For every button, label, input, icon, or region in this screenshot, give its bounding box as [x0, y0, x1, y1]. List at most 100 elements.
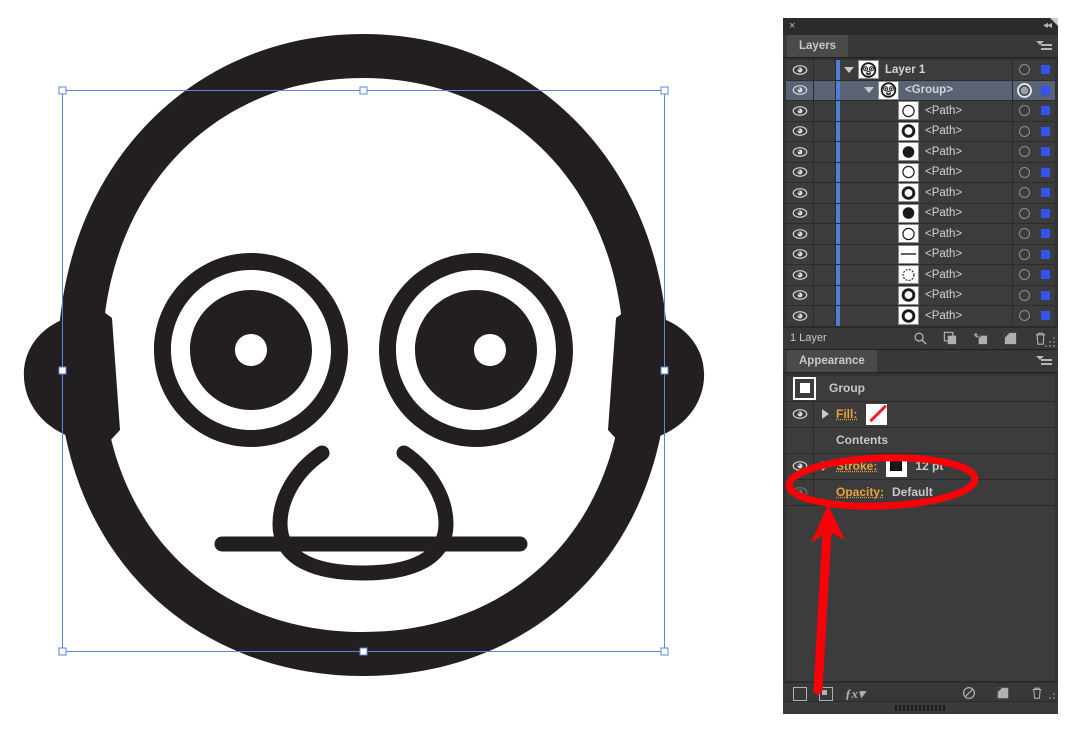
layer-selection-square[interactable]	[1035, 224, 1055, 244]
layer-lock-toggle[interactable]	[814, 60, 836, 80]
dock-drag-grip[interactable]	[894, 705, 947, 711]
layer-name-label[interactable]: <Path>	[925, 269, 1012, 281]
layer-name-label[interactable]: <Path>	[925, 207, 1012, 219]
layer-lock-toggle[interactable]	[814, 80, 836, 100]
layer-row-path-12[interactable]: <Path>	[786, 306, 1055, 327]
layer-lock-toggle[interactable]	[814, 244, 836, 264]
appearance-visibility-toggle[interactable]	[786, 479, 814, 505]
layer-row-path-10[interactable]: <Path>	[786, 265, 1055, 286]
clear-appearance-icon[interactable]	[962, 686, 977, 701]
close-icon[interactable]: ×	[789, 20, 795, 32]
layer-row-path-6[interactable]: <Path>	[786, 183, 1055, 204]
layer-target-indicator[interactable]	[1012, 142, 1035, 162]
layer-lock-toggle[interactable]	[814, 306, 836, 326]
layer-lock-toggle[interactable]	[814, 183, 836, 203]
appearance-list[interactable]: Group Fill: Contents Stroke: 12 pt Opacity: D…	[783, 372, 1058, 682]
layer-selection-square[interactable]	[1035, 286, 1055, 306]
add-new-fill-icon[interactable]	[819, 686, 833, 701]
appearance-panel-menu-icon[interactable]	[1036, 354, 1052, 366]
layer-visibility-toggle[interactable]	[786, 183, 814, 203]
appearance-label-fill[interactable]: Fill:	[836, 407, 857, 421]
layer-lock-toggle[interactable]	[814, 101, 836, 121]
layer-visibility-toggle[interactable]	[786, 285, 814, 305]
layer-target-indicator[interactable]	[1012, 203, 1035, 223]
layer-lock-toggle[interactable]	[814, 162, 836, 182]
layer-target-indicator[interactable]	[1012, 80, 1035, 100]
layer-selection-square[interactable]	[1035, 81, 1055, 101]
appearance-label-stroke[interactable]: Stroke:	[836, 459, 877, 473]
layer-target-indicator[interactable]	[1012, 162, 1035, 182]
layer-row-path-7[interactable]: <Path>	[786, 203, 1055, 224]
layers-panel-menu-icon[interactable]	[1036, 39, 1052, 51]
new-layer-icon[interactable]	[1003, 331, 1018, 346]
appearance-row-fill[interactable]: Fill:	[786, 401, 1055, 428]
layer-row-path-8[interactable]: <Path>	[786, 224, 1055, 245]
layer-selection-square[interactable]	[1035, 122, 1055, 142]
appearance-target-row[interactable]: Group	[786, 375, 1055, 402]
layer-selection-square[interactable]	[1035, 163, 1055, 183]
layer-target-indicator[interactable]	[1012, 183, 1035, 203]
layer-row-path-4[interactable]: <Path>	[786, 142, 1055, 163]
layer-name-label[interactable]: <Path>	[925, 228, 1012, 240]
add-new-stroke-icon[interactable]	[793, 686, 807, 701]
tab-appearance[interactable]: Appearance	[787, 349, 877, 372]
duplicate-item-icon[interactable]	[996, 686, 1011, 701]
layer-name-label[interactable]: <Path>	[925, 105, 1012, 117]
appearance-row-contents[interactable]: Contents	[786, 427, 1055, 454]
layer-row-layer[interactable]: Layer 1	[786, 60, 1055, 81]
stroke-color-swatch[interactable]	[886, 455, 908, 477]
clipping-mask-icon[interactable]	[943, 331, 958, 346]
appearance-visibility-toggle[interactable]	[786, 401, 814, 427]
layer-lock-toggle[interactable]	[814, 285, 836, 305]
layer-target-indicator[interactable]	[1012, 306, 1035, 326]
layer-lock-toggle[interactable]	[814, 142, 836, 162]
layer-target-indicator[interactable]	[1012, 224, 1035, 244]
layer-name-label[interactable]: <Path>	[925, 310, 1012, 322]
layer-visibility-toggle[interactable]	[786, 60, 814, 80]
cartoon-face-artwork[interactable]	[0, 0, 783, 740]
layer-selection-square[interactable]	[1035, 306, 1055, 326]
layer-row-path-2[interactable]: <Path>	[786, 101, 1055, 122]
layer-target-indicator[interactable]	[1012, 101, 1035, 121]
fill-color-swatch[interactable]	[866, 403, 888, 425]
layer-selection-square[interactable]	[1035, 142, 1055, 162]
layer-selection-square[interactable]	[1035, 245, 1055, 265]
new-sublayer-icon[interactable]	[973, 331, 988, 346]
layer-target-indicator[interactable]	[1012, 265, 1035, 285]
appearance-row-stroke[interactable]: Stroke: 12 pt	[786, 453, 1055, 480]
layer-visibility-toggle[interactable]	[786, 142, 814, 162]
layer-row-path-5[interactable]: <Path>	[786, 162, 1055, 183]
layer-visibility-toggle[interactable]	[786, 306, 814, 326]
layer-selection-square[interactable]	[1035, 204, 1055, 224]
layer-visibility-toggle[interactable]	[786, 244, 814, 264]
layer-row-path-3[interactable]: <Path>	[786, 121, 1055, 142]
layer-target-indicator[interactable]	[1012, 121, 1035, 141]
panel-resize-grip[interactable]	[1045, 336, 1056, 348]
appearance-value-stroke[interactable]: 12 pt	[915, 459, 943, 473]
layer-name-label[interactable]: <Path>	[925, 146, 1012, 158]
layer-name-label[interactable]: <Path>	[925, 289, 1012, 301]
appearance-value-opacity[interactable]: Default	[892, 485, 933, 499]
layer-visibility-toggle[interactable]	[786, 162, 814, 182]
layer-name-label[interactable]: <Group>	[905, 84, 1012, 96]
appearance-row-opacity[interactable]: Opacity: Default	[786, 479, 1055, 506]
locate-object-icon[interactable]	[913, 331, 928, 346]
appearance-label-opacity[interactable]: Opacity:	[836, 485, 884, 499]
layer-row-path-9[interactable]: <Path>	[786, 244, 1055, 265]
layer-name-label[interactable]: <Path>	[925, 248, 1012, 260]
chevron-down-icon[interactable]	[844, 66, 854, 73]
layer-selection-square[interactable]	[1035, 183, 1055, 203]
fx-icon[interactable]: ƒx▾	[845, 686, 865, 702]
layer-visibility-toggle[interactable]	[786, 80, 814, 100]
chevron-down-icon[interactable]	[864, 87, 874, 94]
layer-visibility-toggle[interactable]	[786, 101, 814, 121]
layer-selection-square[interactable]	[1035, 101, 1055, 121]
layer-lock-toggle[interactable]	[814, 224, 836, 244]
appearance-visibility-toggle[interactable]	[786, 453, 814, 479]
layer-target-indicator[interactable]	[1012, 285, 1035, 305]
chevron-right-icon[interactable]	[814, 402, 836, 427]
layer-visibility-toggle[interactable]	[786, 203, 814, 223]
layer-visibility-toggle[interactable]	[786, 224, 814, 244]
layer-row-group[interactable]: <Group>	[786, 80, 1055, 101]
layer-lock-toggle[interactable]	[814, 265, 836, 285]
